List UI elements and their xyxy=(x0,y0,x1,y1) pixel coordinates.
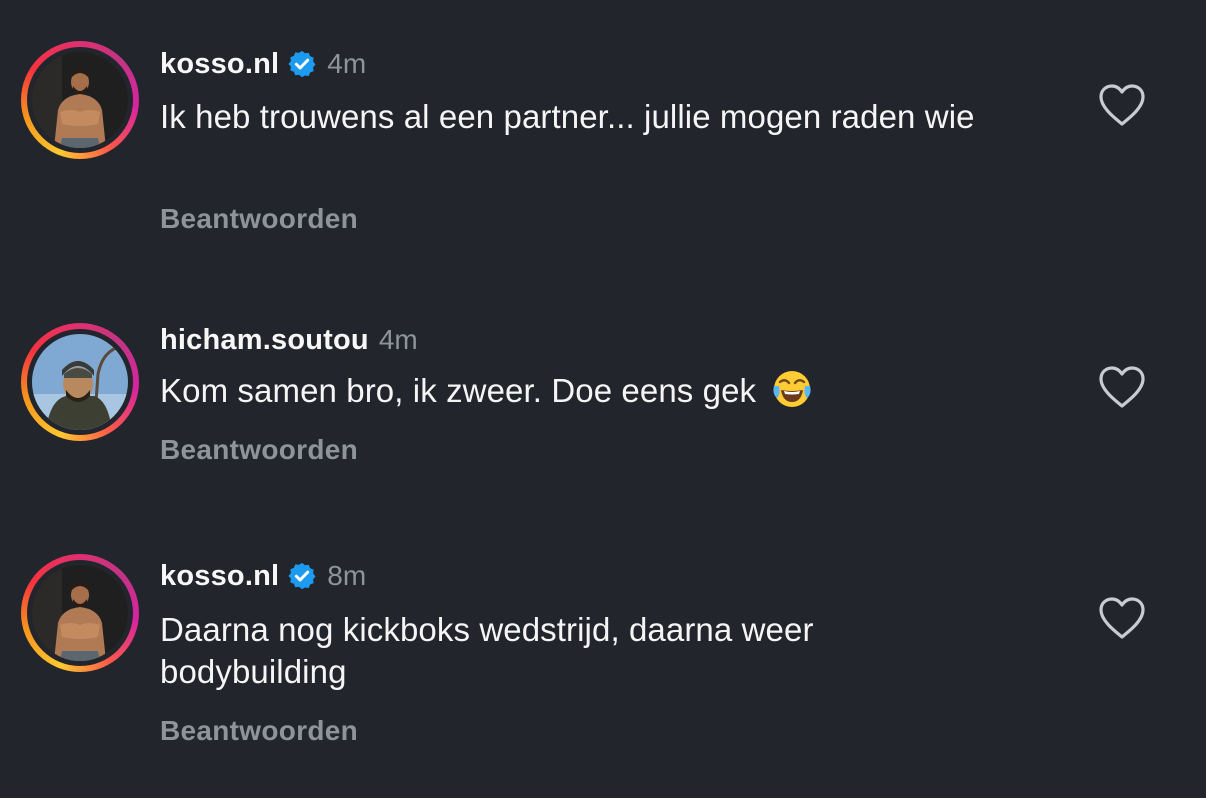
heart-outline-icon[interactable] xyxy=(1097,364,1147,410)
reply-button[interactable]: Beantwoorden xyxy=(160,715,358,747)
timestamp: 8m xyxy=(327,560,367,591)
avatar[interactable] xyxy=(32,52,128,148)
heart-outline-icon[interactable] xyxy=(1097,595,1147,641)
comment-text: Ik heb trouwens al een partner... jullie… xyxy=(160,98,975,135)
username[interactable]: kosso.nl xyxy=(160,48,279,81)
avatar[interactable] xyxy=(32,565,128,661)
username[interactable]: hicham.soutou xyxy=(160,324,369,357)
timestamp: 4m xyxy=(378,324,418,355)
comment-header: kosso.nl 4m xyxy=(160,44,366,84)
face-with-tears-of-joy-icon xyxy=(773,371,812,407)
avatar-story-ring[interactable] xyxy=(21,554,139,672)
username[interactable]: kosso.nl xyxy=(160,560,279,593)
reply-button[interactable]: Beantwoorden xyxy=(160,203,358,235)
heart-outline-icon[interactable] xyxy=(1097,82,1147,128)
comments-list: kosso.nl 4m Ik heb trouwens al een partn… xyxy=(0,0,1206,798)
comment-header: kosso.nl 8m xyxy=(160,556,366,596)
comment-text: Daarna nog kickboks wedstrijd, daarna we… xyxy=(160,611,814,690)
timestamp: 4m xyxy=(327,48,367,79)
avatar-story-ring[interactable] xyxy=(21,41,139,159)
reply-button[interactable]: Beantwoorden xyxy=(160,434,358,466)
comment-text: Kom samen bro, ik zweer. Doe eens gek xyxy=(160,368,1060,412)
verified-badge-icon xyxy=(288,50,316,78)
avatar-story-ring[interactable] xyxy=(21,323,139,441)
comment-text-body: Kom samen bro, ik zweer. Doe eens gek xyxy=(160,372,757,409)
verified-badge-icon xyxy=(288,562,316,590)
comment-header: hicham.soutou 4m xyxy=(160,320,418,360)
avatar[interactable] xyxy=(32,334,128,430)
